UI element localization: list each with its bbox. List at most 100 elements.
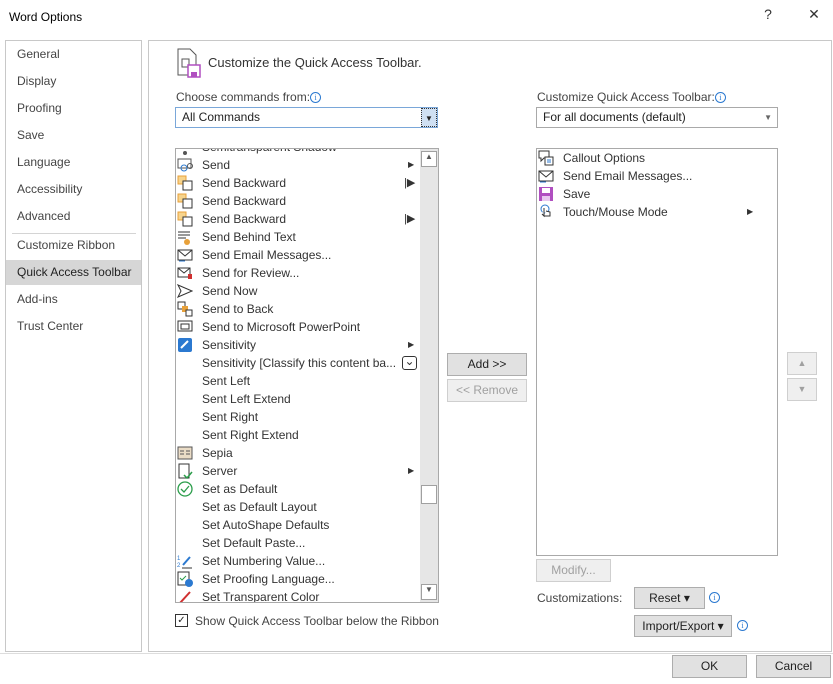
list-item[interactable]: Send Backward |▶ xyxy=(176,174,415,192)
list-item[interactable]: Send to Back xyxy=(176,300,273,318)
scroll-down-button[interactable]: ▼ xyxy=(421,584,437,600)
show-below-checkbox[interactable]: ✓ xyxy=(175,614,188,627)
sidebar-item-display[interactable]: Display xyxy=(6,69,141,94)
list-item[interactable]: Send Now xyxy=(176,282,257,300)
list-item-label: Callout Options xyxy=(563,151,646,165)
list-item-label: Server xyxy=(202,464,238,478)
list-item[interactable]: Send Backward |▶ xyxy=(176,210,415,228)
info-icon[interactable]: i xyxy=(310,92,322,103)
list-item[interactable]: Set AutoShape Defaults xyxy=(176,516,329,534)
list-item[interactable]: Set Proofing Language... xyxy=(176,570,335,588)
send-backward-icon xyxy=(177,193,193,209)
list-item[interactable]: Send Email Messages... xyxy=(537,167,692,185)
list-item-label: Set Proofing Language... xyxy=(202,572,335,586)
ok-button[interactable]: OK xyxy=(672,655,747,678)
list-item[interactable]: Set Default Paste... xyxy=(176,534,305,552)
list-item[interactable]: Touch/Mouse Mode ▶ xyxy=(537,203,753,221)
list-item[interactable]: Sent Left xyxy=(176,372,250,390)
chevron-down-icon: ▼ xyxy=(764,113,772,122)
choose-value: All Commands xyxy=(182,110,261,124)
sidebar-item-advanced[interactable]: Advanced xyxy=(6,204,141,229)
list-item-label: Set Numbering Value... xyxy=(202,554,326,568)
list-item[interactable]: Send to Microsoft PowerPoint xyxy=(176,318,360,336)
remove-button[interactable]: << Remove xyxy=(447,379,527,402)
list-item[interactable]: Callout Options xyxy=(537,149,645,167)
list-item[interactable]: Send Backward xyxy=(176,192,286,210)
sidebar-item-quick-access-toolbar[interactable]: Quick Access Toolbar xyxy=(6,260,141,285)
list-item[interactable]: Send Behind Text xyxy=(176,228,296,246)
list-item[interactable]: Server ▶ xyxy=(176,462,414,480)
list-item[interactable]: Sepia xyxy=(176,444,233,462)
list-item[interactable]: Sensitivity [Classify this content ba...… xyxy=(176,354,417,372)
list-item-label: Send Backward xyxy=(202,212,287,226)
modify-button[interactable]: Modify... xyxy=(536,559,611,582)
powerpoint-icon xyxy=(177,319,193,335)
send-now-icon xyxy=(176,283,194,299)
list-item[interactable]: Sent Right xyxy=(176,408,258,426)
sidebar-item-save[interactable]: Save xyxy=(6,123,141,148)
customizations-label: Customizations: xyxy=(537,591,623,605)
svg-text:2: 2 xyxy=(177,563,181,569)
sidebar-item-add-ins[interactable]: Add-ins xyxy=(6,287,141,312)
list-item-label: Sent Left xyxy=(202,374,251,388)
customize-qat-label: Customize Quick Access Toolbar: i xyxy=(537,90,726,104)
submenu-arrow-icon: ▶ xyxy=(747,207,754,216)
shadow-icon xyxy=(177,149,193,155)
commands-list[interactable]: ▲ ▼ Semitransparent Shadow Send ▶ Send Back… xyxy=(175,148,439,603)
cancel-button[interactable]: Cancel xyxy=(756,655,831,678)
list-item[interactable]: Sensitivity ▶ xyxy=(176,336,414,354)
close-button[interactable]: ✕ xyxy=(799,6,829,28)
list-item-label: Semitransparent Shadow xyxy=(202,149,337,154)
list-item[interactable]: Send ▶ xyxy=(176,156,414,174)
toolbar-items-list[interactable]: Callout Options Send Email Messages... Sav… xyxy=(536,148,778,556)
show-below-label[interactable]: Show Quick Access Toolbar below the Ribb… xyxy=(195,614,439,628)
move-up-button[interactable]: ▲ xyxy=(787,352,817,375)
list-item-label: Send for Review... xyxy=(202,266,300,280)
scrollbar-thumb[interactable] xyxy=(421,485,437,504)
list-item[interactable]: Sent Right Extend xyxy=(176,426,299,444)
add-button[interactable]: Add >> xyxy=(447,353,527,376)
send-backward-icon xyxy=(177,211,193,227)
list-item[interactable]: Set as Default Layout xyxy=(176,498,317,516)
send-behind-text-icon xyxy=(177,229,193,245)
list-item-label: Send Now xyxy=(202,284,258,298)
list-item[interactable]: Send for Review... xyxy=(176,264,299,282)
commands-scrollbar[interactable]: ▲ ▼ xyxy=(420,149,438,602)
sidebar-item-customize-ribbon[interactable]: Customize Ribbon xyxy=(6,233,141,258)
import-export-button[interactable]: Import/Export ▾ xyxy=(634,615,732,637)
list-item[interactable]: 1 2 Set Numbering Value... xyxy=(176,552,325,570)
sidebar-item-accessibility[interactable]: Accessibility xyxy=(6,177,141,202)
chevron-down-icon[interactable]: ▼ xyxy=(421,108,437,127)
email-icon xyxy=(538,168,554,184)
list-item[interactable]: Send Email Messages... xyxy=(176,246,331,264)
reset-button[interactable]: Reset ▾ xyxy=(634,587,705,609)
scroll-up-button[interactable]: ▲ xyxy=(421,151,437,167)
info-icon[interactable]: i xyxy=(714,92,726,103)
move-down-button[interactable]: ▼ xyxy=(787,378,817,401)
choose-commands-dropdown[interactable]: All Commands ▼ xyxy=(175,107,438,128)
list-item-label: Sent Right xyxy=(202,410,259,424)
help-button[interactable]: ? xyxy=(753,6,783,28)
list-item[interactable]: Sent Left Extend xyxy=(176,390,291,408)
list-item[interactable]: Set as Default xyxy=(176,480,277,498)
info-icon[interactable]: i xyxy=(709,592,720,603)
customize-qat-dropdown[interactable]: For all documents (default) ▼ xyxy=(536,107,778,128)
review-icon xyxy=(177,265,193,281)
list-item[interactable]: Set Transparent Color xyxy=(176,588,319,602)
sidebar-item-general[interactable]: General xyxy=(6,42,141,67)
proofing-language-icon xyxy=(177,571,193,587)
transparent-color-icon xyxy=(177,589,193,602)
sidebar-item-proofing[interactable]: Proofing xyxy=(6,96,141,121)
page-heading: Customize the Quick Access Toolbar. xyxy=(208,55,422,70)
list-item-label: Set as Default Layout xyxy=(202,500,317,514)
email-icon xyxy=(177,247,193,263)
list-item[interactable]: Save xyxy=(537,185,590,203)
customize-value: For all documents (default) xyxy=(543,110,686,124)
info-icon[interactable]: i xyxy=(737,620,748,631)
choose-label-text: Choose commands from: xyxy=(176,90,311,104)
save-icon xyxy=(538,186,554,202)
list-item[interactable]: Semitransparent Shadow xyxy=(176,149,337,156)
list-item-label: Send Backward xyxy=(202,176,287,190)
sidebar-item-language[interactable]: Language xyxy=(6,150,141,175)
sidebar-item-trust-center[interactable]: Trust Center xyxy=(6,314,141,339)
